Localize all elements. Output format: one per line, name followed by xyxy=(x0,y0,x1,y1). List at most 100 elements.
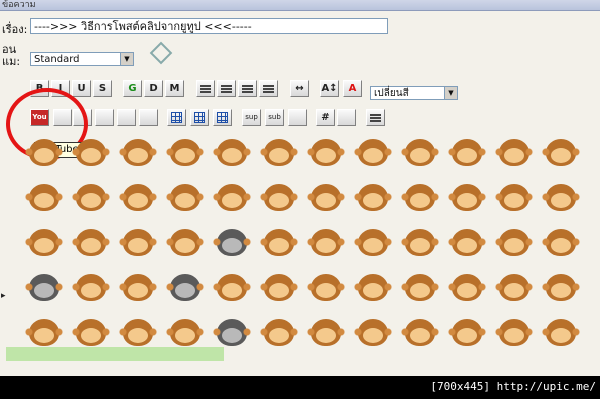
quote-box-button[interactable] xyxy=(337,109,356,126)
emoticon-icon[interactable] xyxy=(494,269,534,307)
emoticon-icon[interactable] xyxy=(541,314,581,352)
monkey-face-icon xyxy=(119,319,157,346)
emoticon-icon[interactable] xyxy=(118,224,158,262)
emoticon-icon[interactable] xyxy=(400,134,440,172)
horizontal-rule-button[interactable]: ↔ xyxy=(290,80,309,97)
table-button[interactable] xyxy=(167,109,186,126)
emoticon-icon[interactable] xyxy=(541,269,581,307)
emoticon-icon[interactable] xyxy=(118,134,158,172)
style-select[interactable]: Standard ▼ xyxy=(30,52,134,66)
subscript-button[interactable]: sub xyxy=(265,109,284,126)
color-select[interactable]: เปลี่ยนสี ▼ xyxy=(370,86,458,100)
table-column-button[interactable] xyxy=(213,109,232,126)
monkey-face-icon xyxy=(401,139,439,166)
emoticon-icon[interactable] xyxy=(259,314,299,352)
monkey-face-icon xyxy=(307,319,345,346)
align-left-button[interactable] xyxy=(196,80,215,97)
emoticon-icon[interactable] xyxy=(447,134,487,172)
emoticon-icon[interactable] xyxy=(306,224,346,262)
emoticon-icon[interactable] xyxy=(71,269,111,307)
emoticon-icon[interactable] xyxy=(71,179,111,217)
emoticon-icon[interactable] xyxy=(400,314,440,352)
emoticon-icon[interactable] xyxy=(494,179,534,217)
email-button[interactable] xyxy=(117,109,136,126)
emoticon-icon[interactable] xyxy=(165,269,205,307)
emoticon-icon[interactable] xyxy=(165,179,205,217)
strike-button[interactable]: S xyxy=(93,80,112,97)
monkey-face-icon xyxy=(495,319,533,346)
font-color-button[interactable]: A xyxy=(343,80,362,97)
subject-label: เรื่อง: xyxy=(2,23,28,36)
emoticon-icon[interactable] xyxy=(212,269,252,307)
subject-input[interactable]: ---->>> วิธีการโพสต์คลิปจากยูทูป <<<----… xyxy=(30,18,388,34)
code-button[interactable]: # xyxy=(316,109,335,126)
emoticon-icon[interactable] xyxy=(165,224,205,262)
list-button[interactable] xyxy=(366,109,385,126)
emoticon-icon[interactable] xyxy=(400,224,440,262)
emoticon-icon[interactable] xyxy=(165,134,205,172)
table-row-button[interactable] xyxy=(190,109,209,126)
emoticon-icon[interactable] xyxy=(306,314,346,352)
scroll-arrow-icon: ▸ xyxy=(1,291,6,301)
emoticon-icon[interactable] xyxy=(494,314,534,352)
align-icon xyxy=(200,85,211,87)
emoticon-icon[interactable] xyxy=(306,134,346,172)
quote-button[interactable] xyxy=(139,109,158,126)
emoticon-icon[interactable] xyxy=(306,269,346,307)
emoticon-icon[interactable] xyxy=(400,269,440,307)
shadow-button[interactable]: D xyxy=(144,80,163,97)
emoticon-icon[interactable] xyxy=(447,224,487,262)
emoticon-icon[interactable] xyxy=(212,224,252,262)
monkey-face-icon xyxy=(448,274,486,301)
emoticon-icon[interactable] xyxy=(353,314,393,352)
monkey-face-icon xyxy=(25,139,63,166)
monkey-face-icon xyxy=(213,139,251,166)
glow-button[interactable]: G xyxy=(123,80,142,97)
align-center-button[interactable] xyxy=(217,80,236,97)
monkey-face-icon xyxy=(72,229,110,256)
monkey-face-icon xyxy=(542,274,580,301)
emoticon-icon[interactable] xyxy=(353,224,393,262)
emoticon-icon[interactable] xyxy=(24,179,64,217)
emoticon-icon[interactable] xyxy=(71,224,111,262)
emoticon-icon[interactable] xyxy=(24,134,64,172)
emoticon-icon[interactable] xyxy=(353,269,393,307)
emoticon-icon[interactable] xyxy=(212,179,252,217)
emoticon-icon[interactable] xyxy=(494,224,534,262)
emoticon-icon[interactable] xyxy=(447,269,487,307)
underline-button[interactable]: U xyxy=(72,80,91,97)
align-right-button[interactable] xyxy=(238,80,257,97)
emoticon-icon[interactable] xyxy=(118,179,158,217)
emoticon-icon[interactable] xyxy=(447,179,487,217)
emoticon-icon[interactable] xyxy=(71,134,111,172)
superscript-button[interactable]: sup xyxy=(242,109,261,126)
font-size-button[interactable]: A↕ xyxy=(320,80,339,97)
emoticon-icon[interactable] xyxy=(259,224,299,262)
justify-button[interactable] xyxy=(259,80,278,97)
marquee-button[interactable]: M xyxy=(165,80,184,97)
emoticon-icon[interactable] xyxy=(447,314,487,352)
emoticon-icon[interactable] xyxy=(541,179,581,217)
emoticon-icon[interactable] xyxy=(306,179,346,217)
table-icon xyxy=(217,112,228,123)
monkey-face-icon xyxy=(260,139,298,166)
progress-bar xyxy=(6,347,224,361)
emoticon-icon[interactable] xyxy=(118,269,158,307)
emoticon-icon[interactable] xyxy=(259,269,299,307)
emoticon-icon[interactable] xyxy=(259,179,299,217)
preview-icon[interactable] xyxy=(149,41,173,65)
emoticon-icon[interactable] xyxy=(259,134,299,172)
emoticon-icon[interactable] xyxy=(400,179,440,217)
monkey-face-icon xyxy=(260,184,298,211)
emoticon-icon[interactable] xyxy=(353,134,393,172)
color-select-value: เปลี่ยนสี xyxy=(374,88,409,99)
emoticon-icon[interactable] xyxy=(541,224,581,262)
teletype-button[interactable] xyxy=(288,109,307,126)
emoticon-icon[interactable] xyxy=(494,134,534,172)
emoticon-icon[interactable] xyxy=(24,224,64,262)
emoticon-icon[interactable] xyxy=(24,269,64,307)
link-button[interactable] xyxy=(95,109,114,126)
emoticon-icon[interactable] xyxy=(212,134,252,172)
emoticon-icon[interactable] xyxy=(541,134,581,172)
emoticon-icon[interactable] xyxy=(353,179,393,217)
